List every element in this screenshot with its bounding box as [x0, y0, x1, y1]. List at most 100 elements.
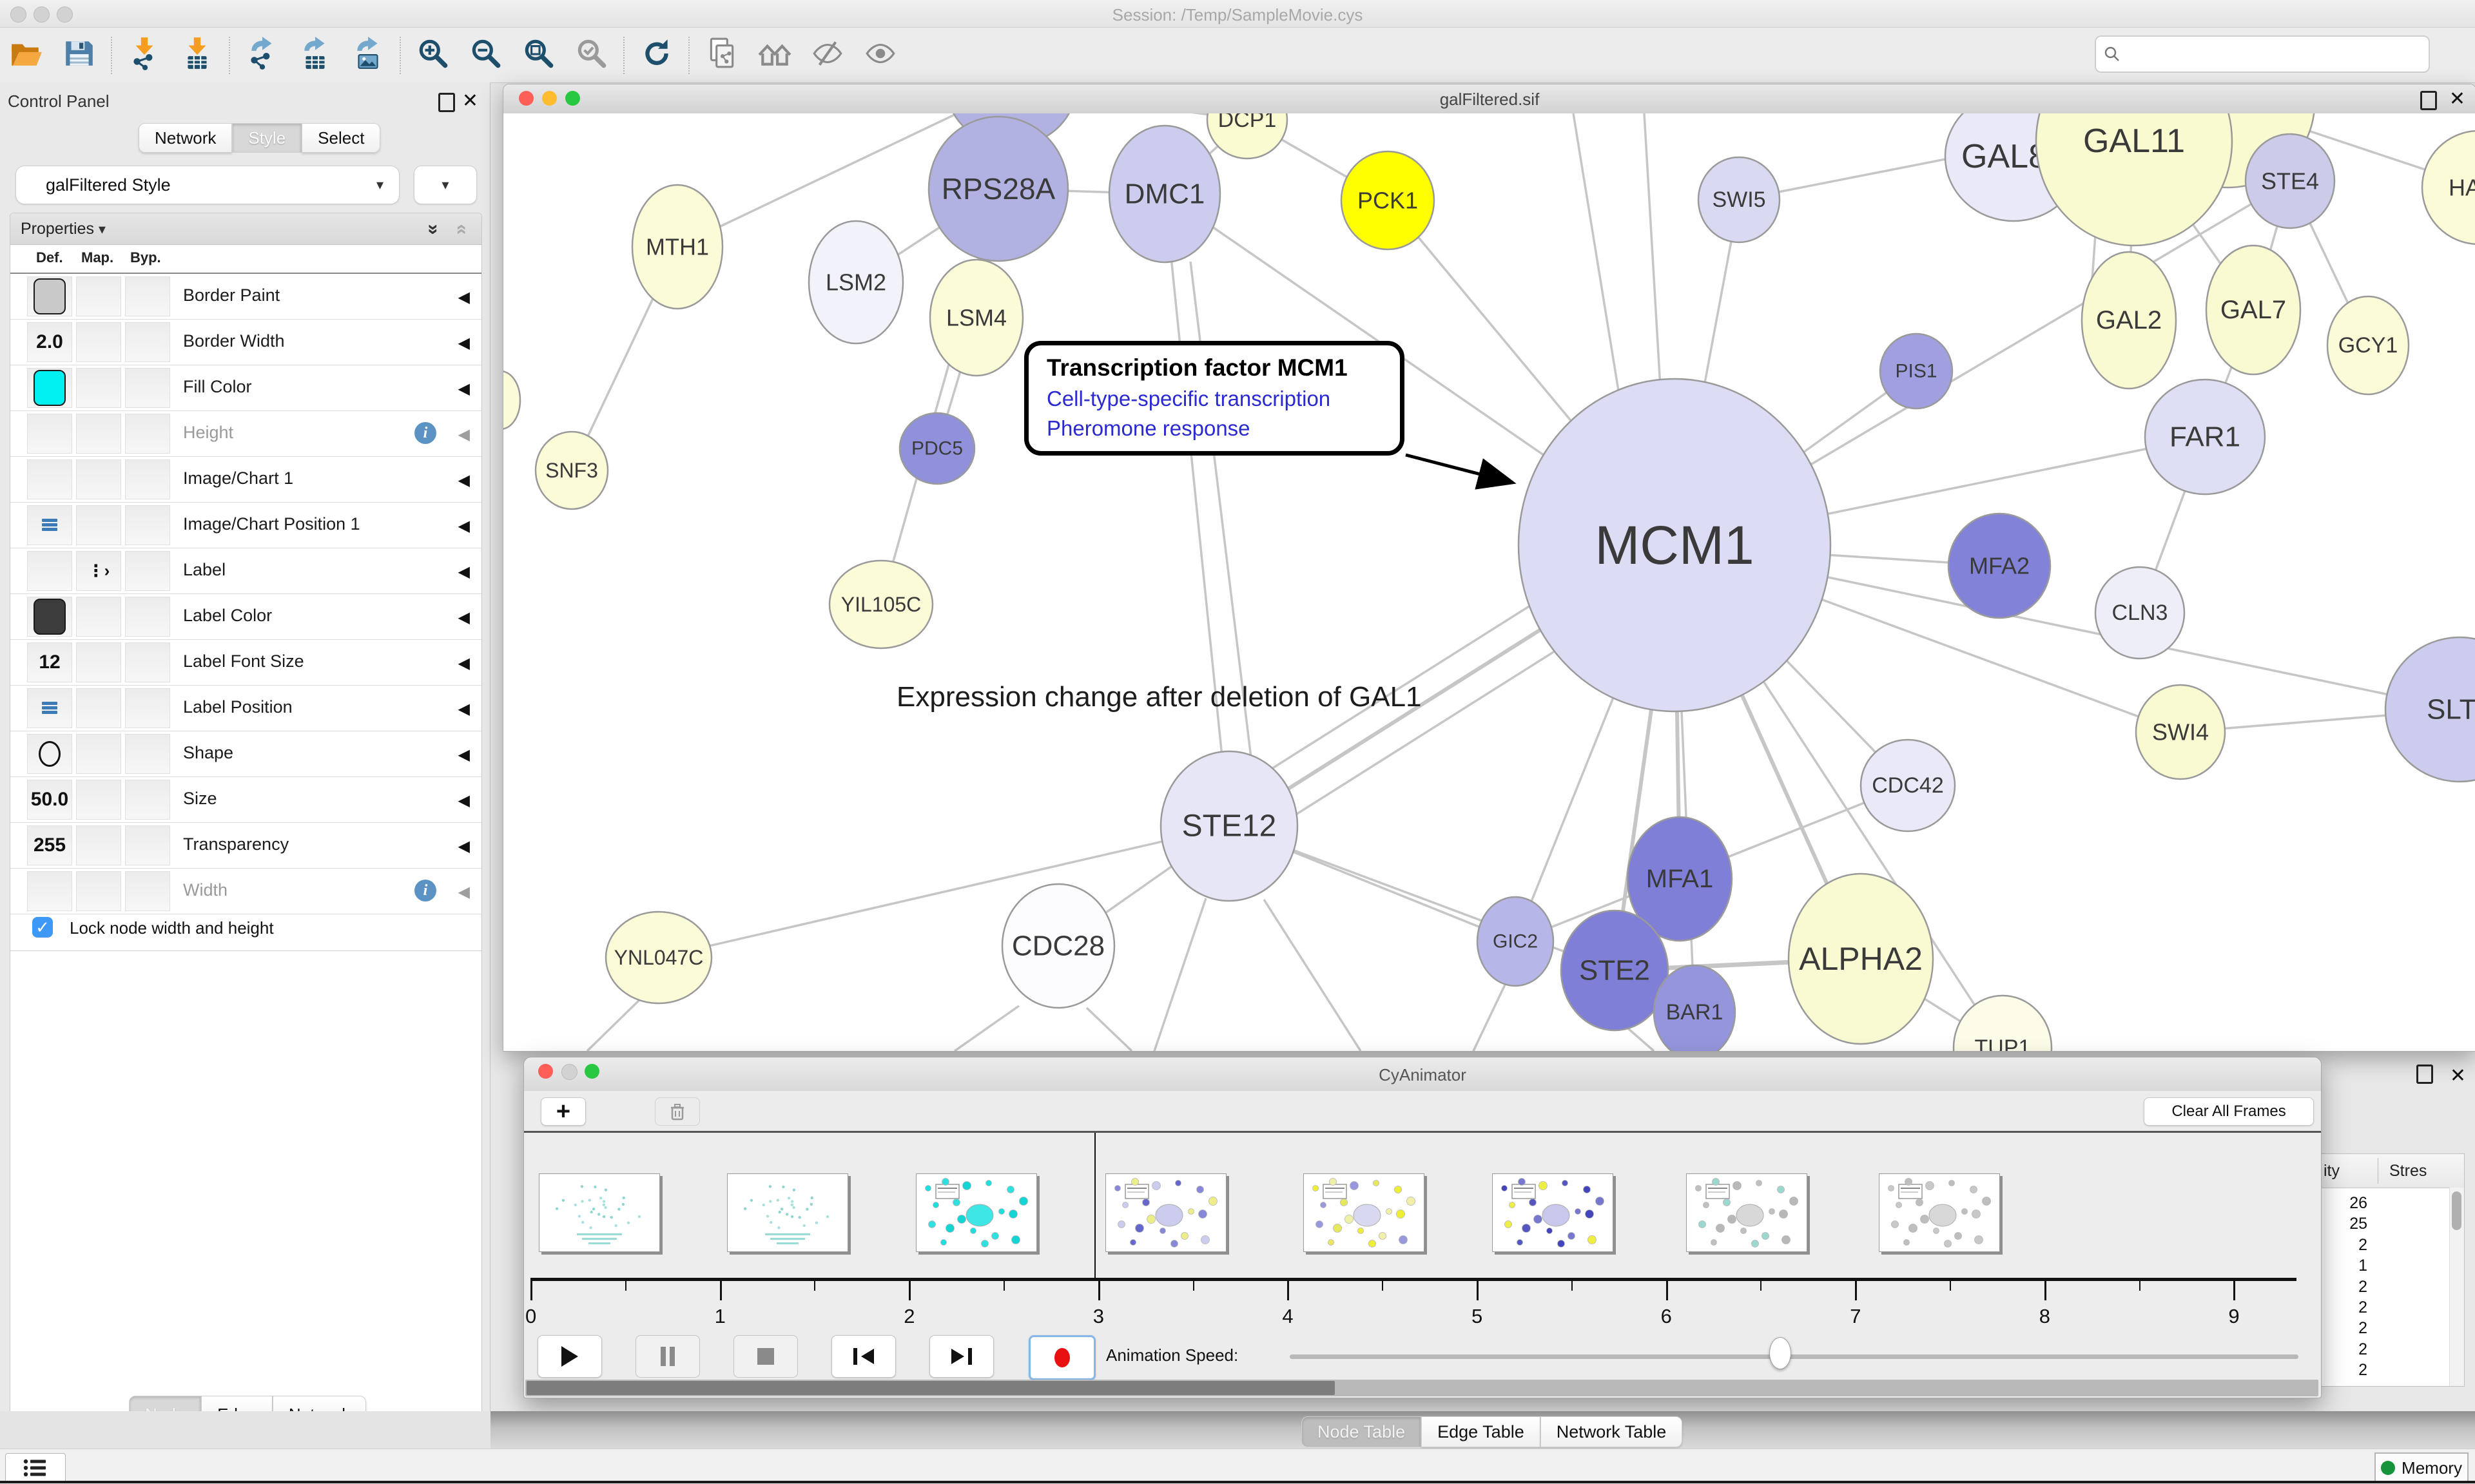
skip-end-button[interactable] — [929, 1335, 994, 1378]
table-scrollbar[interactable] — [2449, 1188, 2464, 1386]
clear-all-frames-button[interactable]: Clear All Frames — [2144, 1097, 2314, 1126]
network-canvas[interactable]: DCP1RPS28ADMC1PCK1MTH1LSM2LSM4SNF3PDC5YI… — [503, 113, 2475, 1051]
open-folder-button[interactable] — [0, 33, 53, 78]
network-node-MFA2[interactable]: MFA2 — [1948, 514, 2050, 618]
network-node-MCM1[interactable]: MCM1 — [1519, 379, 1830, 711]
property-map-cell[interactable] — [76, 642, 121, 682]
property-def-cell[interactable] — [27, 551, 72, 591]
network-float-icon[interactable] — [2420, 91, 2437, 110]
network-node-leftSliver[interactable] — [503, 371, 520, 429]
table-cell-value[interactable]: 2 — [2321, 1361, 2367, 1380]
tab-select[interactable]: Select — [302, 123, 380, 153]
property-byp-cell[interactable] — [125, 688, 170, 728]
export-table-button[interactable] — [289, 33, 342, 78]
network-node-GIC2[interactable]: GIC2 — [1477, 897, 1553, 986]
frame-thumbnail-1[interactable] — [539, 1173, 660, 1252]
property-byp-cell[interactable] — [125, 825, 170, 865]
panel-list-button[interactable] — [5, 1453, 66, 1483]
memory-button[interactable]: Memory — [2374, 1452, 2469, 1483]
network-node-PCK1[interactable]: PCK1 — [1341, 151, 1434, 249]
network-node-STE2[interactable]: STE2 — [1561, 911, 1668, 1030]
expand-property-icon[interactable]: ◀ — [458, 471, 470, 490]
network-node-SWI4[interactable]: SWI4 — [2136, 685, 2225, 779]
network-node-BAR1[interactable]: BAR1 — [1654, 965, 1735, 1051]
network-edge[interactable] — [1473, 983, 1506, 1051]
annotation-link-1[interactable]: Cell-type-specific transcription — [1047, 387, 1400, 411]
hide-view-button[interactable] — [801, 33, 854, 78]
network-node-SLT2[interactable]: SLT2 — [2385, 637, 2475, 782]
export-network-button[interactable] — [236, 33, 289, 78]
expand-property-icon[interactable]: ◀ — [458, 425, 470, 444]
property-map-cell[interactable]: ⋮› — [76, 551, 121, 591]
property-byp-cell[interactable] — [125, 276, 170, 316]
network-node-SWI5[interactable]: SWI5 — [1698, 157, 1780, 242]
annotation-link-2[interactable]: Pheromone response — [1047, 416, 1400, 441]
column-centrality[interactable]: ity — [2324, 1162, 2340, 1180]
expand-property-icon[interactable]: ◀ — [458, 517, 470, 535]
style-selector[interactable]: galFiltered Style ▾ — [15, 166, 400, 204]
network-edge[interactable] — [1165, 194, 1229, 826]
network-edge[interactable] — [1628, 1028, 1654, 1051]
property-byp-cell[interactable] — [125, 734, 170, 774]
property-byp-cell[interactable] — [125, 551, 170, 591]
property-byp-cell[interactable] — [125, 459, 170, 499]
network-node-GCY1[interactable]: GCY1 — [2327, 296, 2409, 394]
speed-slider-knob[interactable] — [1769, 1337, 1791, 1369]
expand-property-icon[interactable]: ◀ — [458, 791, 470, 810]
network-close-icon[interactable]: ✕ — [2449, 90, 2465, 109]
network-edge[interactable] — [659, 826, 1229, 958]
search-input[interactable] — [2128, 44, 2429, 65]
property-byp-cell[interactable] — [125, 505, 170, 545]
style-options-button[interactable]: ▾ — [414, 166, 477, 204]
network-node-YIL105C[interactable]: YIL105C — [830, 561, 933, 648]
stop-button[interactable] — [733, 1335, 798, 1378]
network-node-GAL2[interactable]: GAL2 — [2082, 252, 2176, 389]
table-cell-value[interactable]: 2 — [2321, 1319, 2367, 1338]
property-map-cell[interactable] — [76, 780, 121, 820]
property-map-cell[interactable] — [76, 459, 121, 499]
network-edge[interactable] — [1644, 113, 1660, 387]
property-map-cell[interactable] — [76, 276, 121, 316]
network-node-FAR1[interactable]: FAR1 — [2145, 380, 2265, 494]
save-button[interactable] — [53, 33, 106, 78]
play-button[interactable] — [538, 1335, 602, 1378]
table-cell-value[interactable]: 1 — [2321, 1257, 2367, 1275]
record-button[interactable] — [1029, 1335, 1096, 1380]
property-def-cell[interactable] — [27, 597, 72, 637]
property-def-cell[interactable]: 12 — [27, 642, 72, 682]
export-image-button[interactable] — [342, 33, 394, 78]
property-def-cell[interactable]: 2.0 — [27, 322, 72, 362]
table-tab-network-table[interactable]: Network Table — [1540, 1416, 1683, 1447]
control-panel-float-icon[interactable] — [438, 93, 455, 112]
property-map-cell[interactable] — [76, 688, 121, 728]
table-panel-close-icon[interactable]: ✕ — [2450, 1066, 2466, 1086]
network-edge[interactable] — [1264, 900, 1361, 1051]
expand-property-icon[interactable]: ◀ — [458, 334, 470, 352]
property-map-cell[interactable] — [76, 322, 121, 362]
info-icon[interactable]: i — [414, 422, 436, 444]
frame-thumbnail-8[interactable] — [1879, 1173, 2000, 1252]
expand-property-icon[interactable]: ◀ — [458, 563, 470, 581]
property-map-cell[interactable] — [76, 414, 121, 454]
expand-property-icon[interactable]: ◀ — [458, 608, 470, 627]
zoom-in-button[interactable] — [407, 33, 460, 78]
properties-header[interactable]: Properties ▾ » » — [10, 213, 481, 245]
pause-button[interactable] — [636, 1335, 700, 1378]
network-node-MTH1[interactable]: MTH1 — [632, 185, 723, 309]
network-node-PIS1[interactable]: PIS1 — [1880, 334, 1952, 409]
tab-network[interactable]: Network — [139, 123, 232, 153]
property-byp-cell[interactable] — [125, 597, 170, 637]
property-map-cell[interactable] — [76, 597, 121, 637]
property-def-cell[interactable] — [27, 734, 72, 774]
frame-thumbnail-7[interactable] — [1686, 1173, 1807, 1252]
network-node-GAL11[interactable]: GAL11 — [2036, 113, 2232, 246]
table-cell-value[interactable]: 2 — [2321, 1278, 2367, 1296]
frame-thumbnail-5[interactable] — [1303, 1173, 1424, 1252]
network-node-PDC5[interactable]: PDC5 — [900, 413, 975, 484]
network-node-STE12[interactable]: STE12 — [1161, 751, 1297, 901]
network-node-YNL047C[interactable]: YNL047C — [606, 912, 712, 1003]
open-session-button[interactable] — [695, 33, 748, 78]
property-def-cell[interactable]: 255 — [27, 825, 72, 865]
delete-frame-button[interactable] — [655, 1097, 700, 1126]
network-node-CDC42[interactable]: CDC42 — [1861, 740, 1955, 831]
